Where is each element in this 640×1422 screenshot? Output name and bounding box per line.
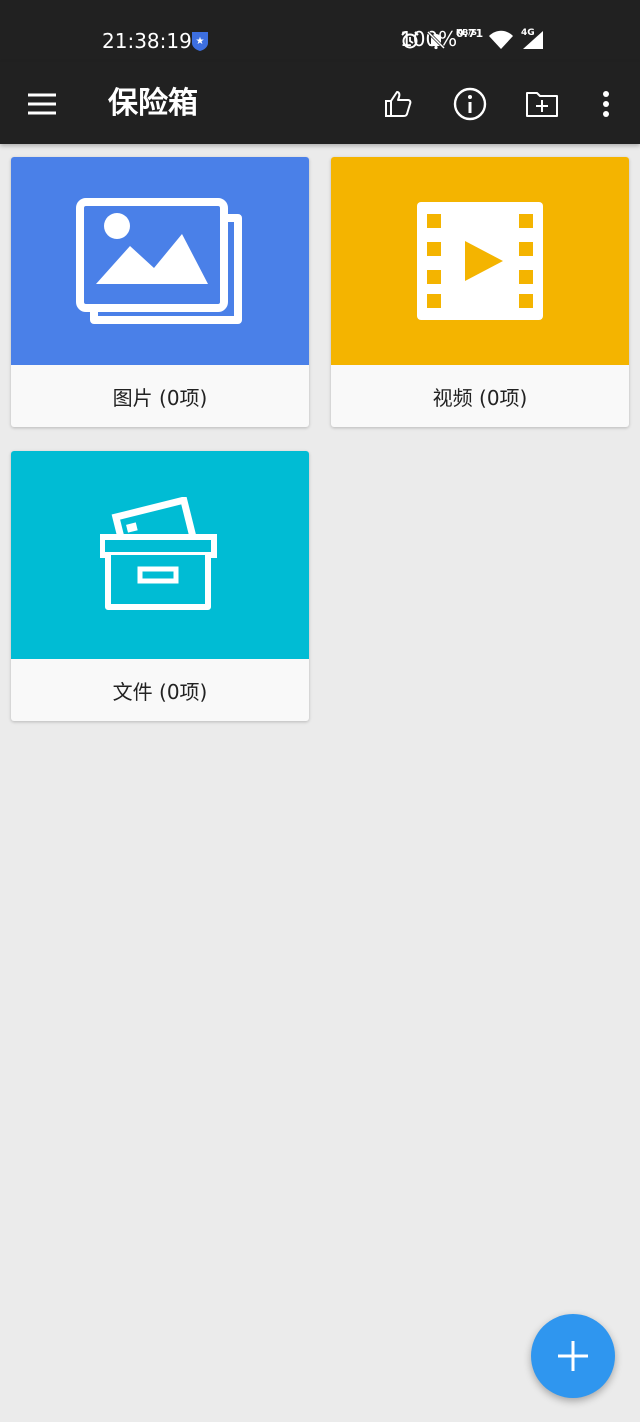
card-header xyxy=(11,157,309,365)
new-folder-button[interactable] xyxy=(522,84,562,124)
mute-bell-icon xyxy=(426,30,446,50)
rate-button[interactable] xyxy=(378,84,418,124)
category-label: 视频 (0项) xyxy=(432,385,528,410)
info-button[interactable] xyxy=(450,84,490,124)
alarm-icon xyxy=(401,31,419,49)
page-title: 保险箱 xyxy=(108,86,198,121)
category-card-videos[interactable]: 视频 (0项) xyxy=(331,157,629,427)
menu-button[interactable] xyxy=(22,84,62,124)
net-speed-unit: KB/S xyxy=(456,28,477,37)
status-bar: 21:38:19 ★ 0.71 KB/S 4G 100% xyxy=(0,0,640,62)
new-folder-icon xyxy=(526,92,558,117)
menu-icon xyxy=(28,93,56,115)
app-bar: 保险箱 xyxy=(0,62,640,144)
wifi-icon xyxy=(489,30,513,49)
image-gallery-icon xyxy=(76,198,242,324)
thumbs-up-icon xyxy=(385,91,412,117)
category-card-files[interactable]: 文件 (0项) xyxy=(11,451,309,721)
card-header xyxy=(331,157,629,365)
card-header xyxy=(11,451,309,659)
category-label: 图片 (0项) xyxy=(112,385,208,410)
category-card-images[interactable]: 图片 (0项) xyxy=(11,157,309,427)
svg-text:★: ★ xyxy=(196,36,205,47)
signal-icon xyxy=(523,31,543,49)
plus-icon xyxy=(558,1341,588,1371)
shield-icon: ★ xyxy=(192,32,208,51)
more-vert-icon xyxy=(603,91,609,117)
archive-box-icon xyxy=(100,497,217,610)
info-icon xyxy=(453,87,487,121)
add-button[interactable] xyxy=(531,1314,615,1398)
video-film-icon xyxy=(417,202,543,320)
status-time: 21:38:19 xyxy=(102,29,192,53)
status-icons: 0.71 KB/S 4G 100% xyxy=(400,26,640,56)
category-label: 文件 (0项) xyxy=(112,679,208,704)
more-options-button[interactable] xyxy=(586,84,626,124)
